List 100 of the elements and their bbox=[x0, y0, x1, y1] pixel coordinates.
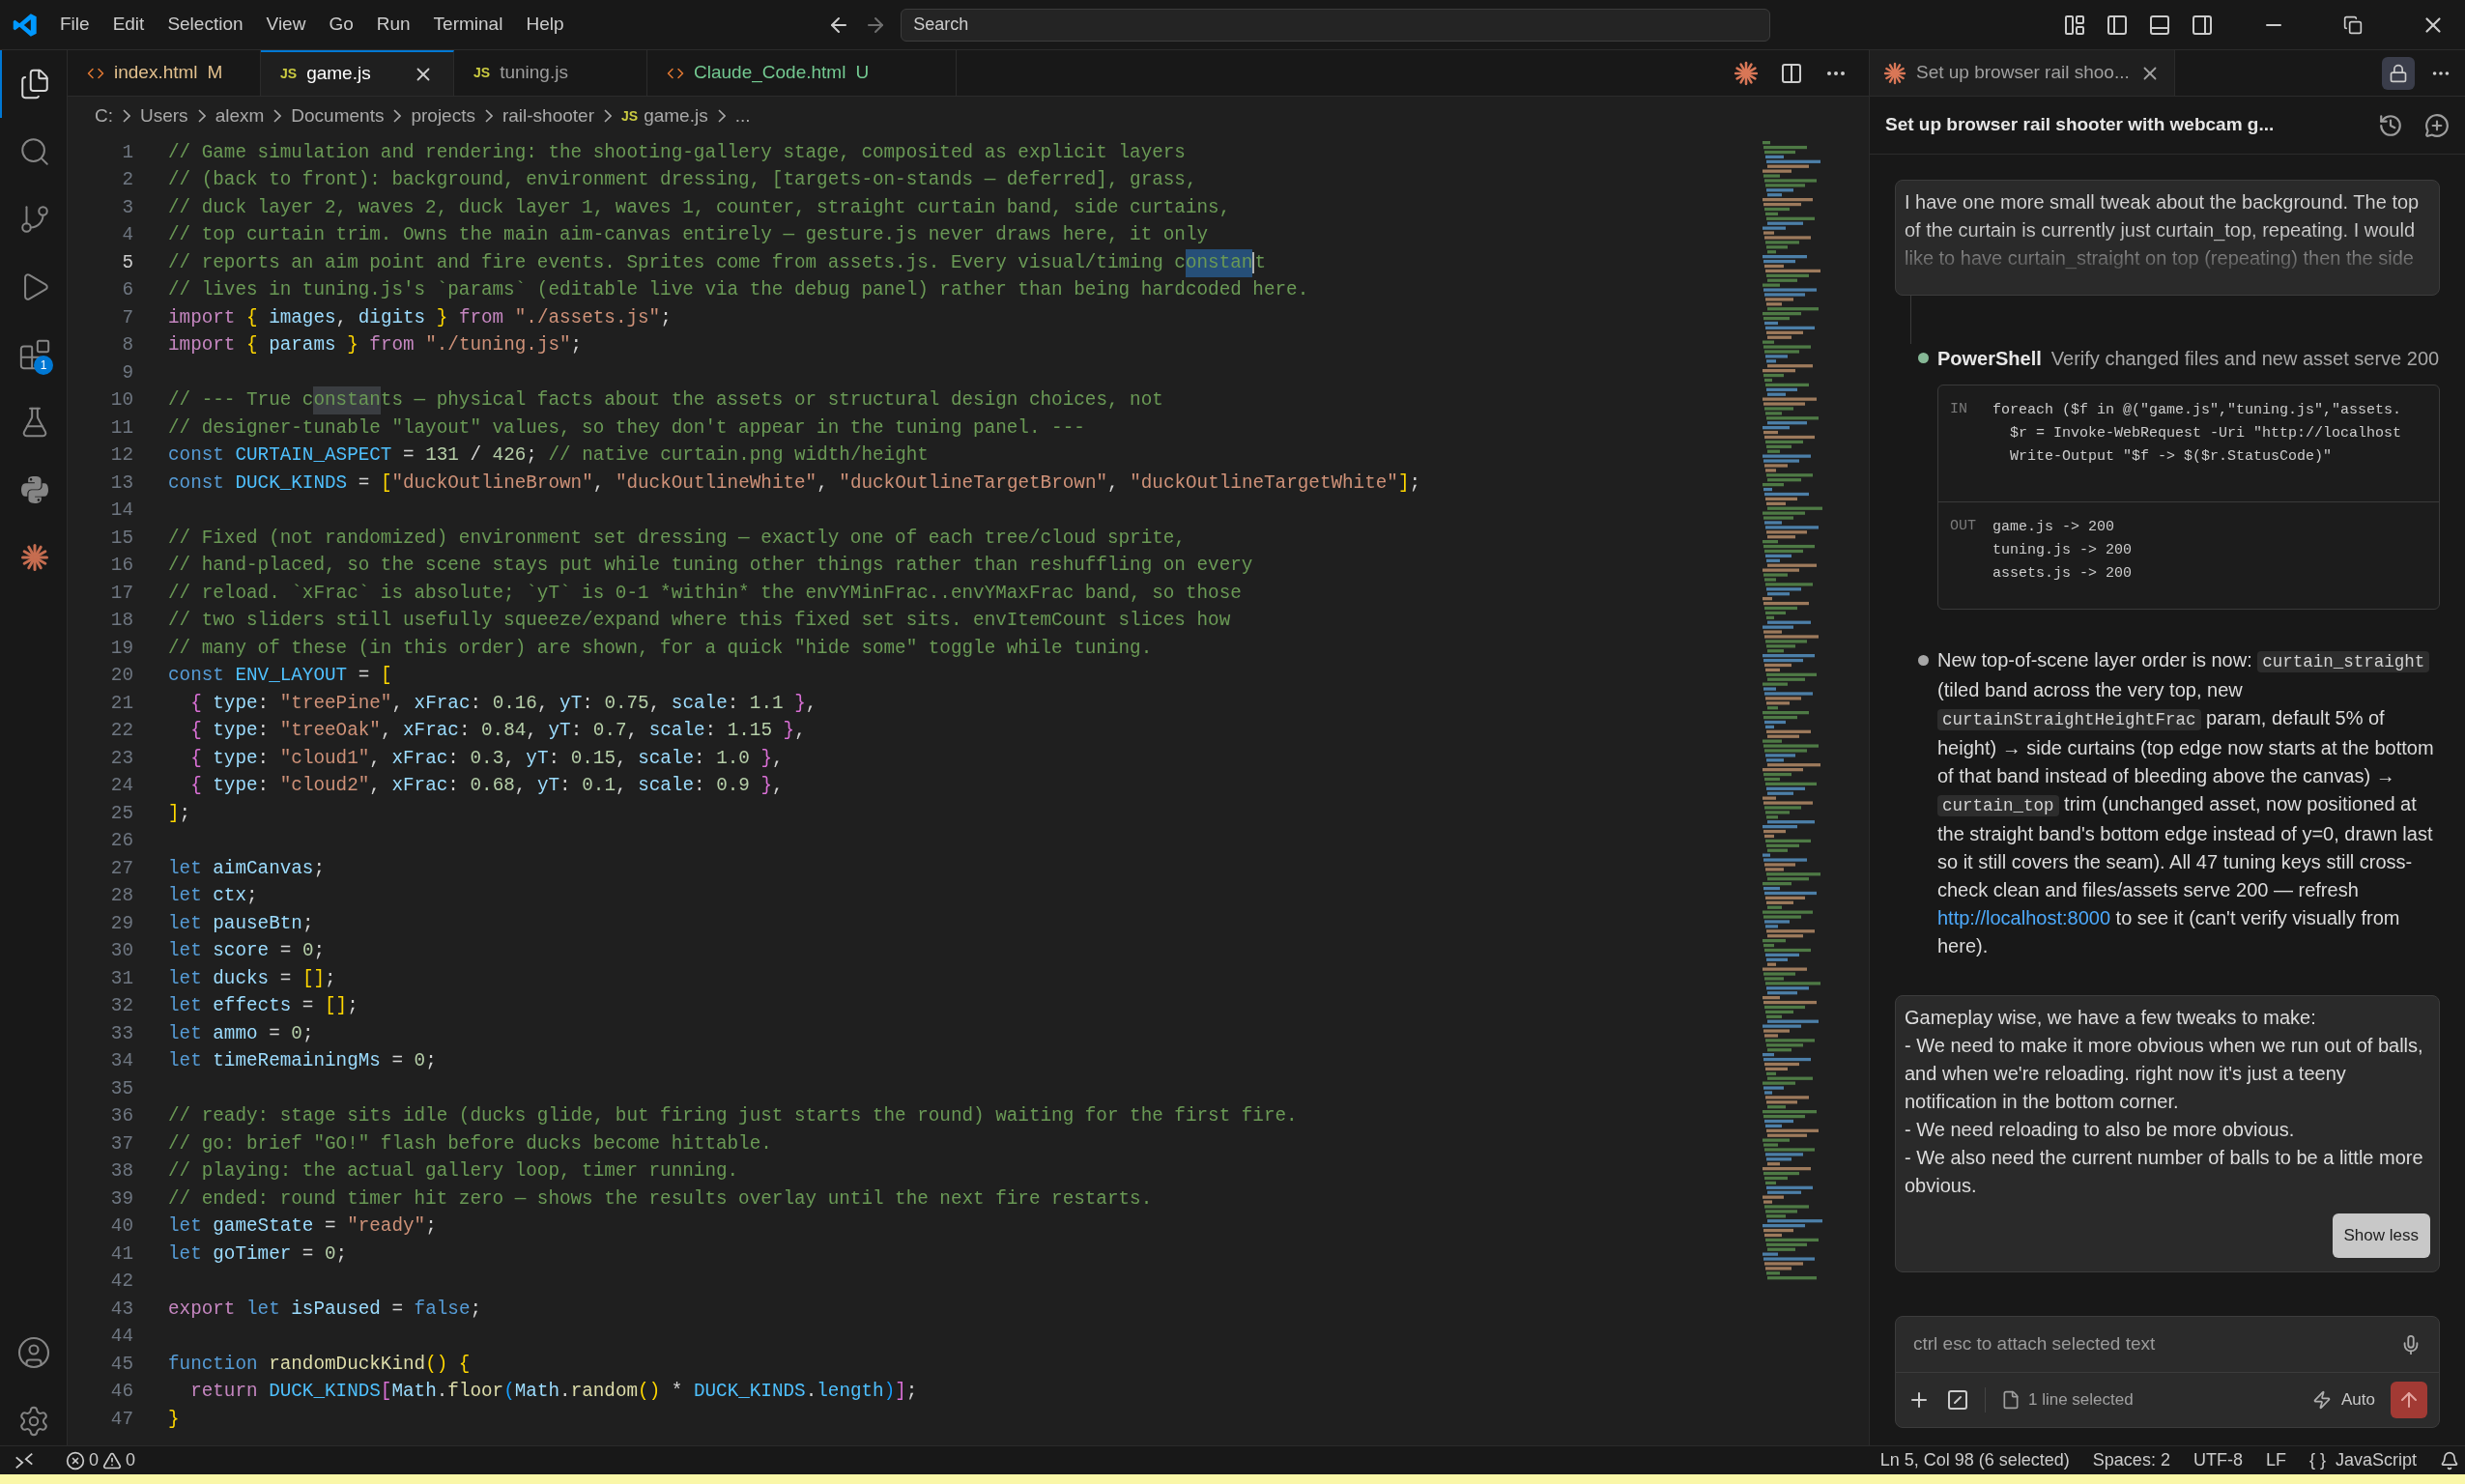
cursor-position[interactable]: Ln 5, Col 98 (6 selected) bbox=[1879, 1447, 2070, 1473]
indentation[interactable]: Spaces: 2 bbox=[2092, 1447, 2170, 1473]
chevron-icon bbox=[717, 109, 726, 123]
extensions-icon[interactable] bbox=[17, 338, 51, 371]
menu-item[interactable]: Selection bbox=[158, 11, 253, 39]
line-number: 28 bbox=[109, 884, 134, 909]
menu-item[interactable]: View bbox=[256, 11, 316, 39]
split-editor-icon[interactable] bbox=[1780, 61, 1803, 85]
code-line: // designer-tunable "layout" values, so they don't appear in the tuning panel. --- bbox=[168, 415, 1085, 441]
code-line: { type: "treeOak", xFrac: 0.84, yT: 0.7, scale: 1.15 }, bbox=[189, 719, 806, 744]
line-number: 23 bbox=[109, 746, 134, 771]
menu-item[interactable]: Terminal bbox=[423, 11, 513, 39]
code-line: } bbox=[168, 1407, 180, 1432]
code-line: export let isPaused = false; bbox=[168, 1297, 482, 1322]
line-number: 30 bbox=[109, 939, 134, 964]
message-text: - We also need the current number of balls to be a little more obvious. bbox=[1905, 1146, 2424, 1198]
slash-command-icon[interactable] bbox=[1946, 1388, 1969, 1412]
code-line: let timeRemainingMs = 0; bbox=[168, 1049, 437, 1074]
line-number: 43 bbox=[109, 1297, 134, 1322]
code-line: let gameState = "ready"; bbox=[168, 1214, 437, 1240]
code-line: import { params } from "./tuning.js"; bbox=[168, 333, 583, 358]
line-number: 46 bbox=[109, 1380, 134, 1405]
output-label: OUT bbox=[1950, 517, 1977, 536]
assistant-message: New top-of-scene layer order is now: curtain_straight (tiled band across the very top, new curtainStraightHeightFrac param, default 5% of height) → side curtains (top edge now starts at the bottom of that band instead of bleeding above the canvas) → curtain_top trim (unchanged asset, now positioned at the straight band's bottom edge instead of y=0, drawn last so it still covers the seam). All 47 tuning keys still cross-check clean and files/assets serve 200 — refresh http://localhost:8000 to see it (can't verify visually from here). bbox=[1937, 648, 2435, 958]
code-line: // duck layer 2, waves 2, duck layer 1, waves 1, counter, straight curtain band, side curtains, bbox=[168, 195, 1231, 220]
conversation-title: Set up browser rail shooter with webcam g... bbox=[1885, 113, 2275, 137]
history-icon[interactable] bbox=[2378, 112, 2403, 138]
lock-button[interactable] bbox=[2382, 56, 2415, 90]
editor-tab[interactable]: JS game.js bbox=[261, 50, 454, 96]
code-line: { type: "treePine", xFrac: 0.16, yT: 0.75, scale: 1.1 }, bbox=[189, 691, 817, 716]
code-line: const DUCK_KINDS = ["duckOutlineBrown", "duckOutlineWhite", "duckOutlineTargetBrown", "duckOutlineTargetWhite"]; bbox=[168, 471, 1421, 496]
sidebar-toggle-icon[interactable] bbox=[2106, 13, 2129, 37]
breadcrumb-item[interactable]: rail-shooter bbox=[502, 101, 594, 130]
breadcrumb-item[interactable]: projects bbox=[411, 101, 475, 130]
code-line: // reload. `xFrac` is absolute; `yT` is 0-1 *within* the envYMinFrac..envYMaxFrac band, so those bbox=[168, 581, 1242, 606]
line-number: 29 bbox=[109, 911, 134, 936]
line-number: 35 bbox=[109, 1076, 134, 1101]
menu-item[interactable]: Go bbox=[319, 11, 363, 39]
line-number: 17 bbox=[109, 581, 134, 606]
breadcrumb-item[interactable]: C: bbox=[95, 101, 113, 130]
layout-icon[interactable] bbox=[2063, 13, 2086, 37]
line-ending[interactable]: LF bbox=[2265, 1447, 2286, 1473]
code-line: let effects = []; bbox=[168, 994, 358, 1019]
mode-selector[interactable]: Auto bbox=[2341, 1387, 2375, 1413]
line-number: 14 bbox=[109, 499, 134, 524]
chat-input[interactable]: ctrl esc to attach selected text 1 line selected Auto bbox=[1895, 1316, 2440, 1428]
code-line: { type: "cloud2", xFrac: 0.68, yT: 0.1, scale: 0.9 }, bbox=[189, 774, 784, 799]
line-number: 34 bbox=[109, 1049, 134, 1074]
line-number: 18 bbox=[109, 609, 134, 634]
chevron-icon bbox=[484, 109, 493, 123]
code-line: // two sliders still usefully squeeze/expand where this fixed set sits. envItemCount slices how bbox=[168, 609, 1231, 634]
breadcrumb-item[interactable]: Documents bbox=[291, 101, 385, 130]
menu-item[interactable]: File bbox=[50, 11, 100, 39]
menu-item[interactable]: Run bbox=[366, 11, 420, 39]
error-icon[interactable] bbox=[66, 1450, 85, 1470]
restore-icon[interactable] bbox=[2343, 14, 2363, 35]
line-number: 19 bbox=[109, 636, 134, 661]
menu-item[interactable]: Help bbox=[516, 11, 574, 39]
tool-description: Verify changed files and new asset serve 200 bbox=[2050, 347, 2440, 371]
line-number: 8 bbox=[121, 333, 134, 358]
user-message: I have one more small tweak about the background. The top of the curtain is currently just curtain_top, repeating. I would like to have curtain_straight on top (repeating) then the side bbox=[1895, 180, 2440, 296]
command-line: $r = Invoke-WebRequest -Uri "http://localhost bbox=[2009, 424, 2402, 443]
message-text: - We need reloading to also be more obvious. bbox=[1905, 1118, 2296, 1142]
search-field[interactable]: Search bbox=[901, 8, 1771, 42]
new-chat-icon[interactable] bbox=[2424, 112, 2450, 138]
send-button[interactable] bbox=[2391, 1382, 2427, 1418]
lightning-icon[interactable] bbox=[2312, 1390, 2332, 1410]
line-number: 1 bbox=[121, 140, 134, 165]
python-icon[interactable] bbox=[18, 474, 50, 505]
warning-icon[interactable] bbox=[102, 1450, 122, 1470]
notification-bell-icon[interactable] bbox=[2440, 1450, 2459, 1470]
breadcrumb-item[interactable]: alexm bbox=[215, 101, 265, 130]
code-line: // Fixed (not randomized) environment set dressing — exactly one of each tree/cloud sprite, bbox=[168, 526, 1186, 551]
breadcrumb-item[interactable]: ... bbox=[734, 101, 751, 130]
secondary-sidebar-icon[interactable] bbox=[2191, 13, 2214, 37]
line-number: 3 bbox=[121, 195, 134, 220]
link[interactable]: http://localhost:8000 bbox=[1937, 907, 2110, 928]
menu-item[interactable]: Edit bbox=[102, 11, 155, 39]
js-file-icon: JS bbox=[621, 105, 639, 127]
line-number: 11 bbox=[109, 415, 134, 441]
warning-count[interactable]: 0 bbox=[126, 1447, 136, 1473]
show-less-button[interactable]: Show less bbox=[2332, 1213, 2430, 1258]
starburst-icon bbox=[1734, 60, 1759, 86]
selection-context: 1 line selected bbox=[2028, 1389, 2134, 1412]
breadcrumb-item[interactable]: Users bbox=[140, 101, 188, 130]
error-count[interactable]: 0 bbox=[89, 1447, 99, 1473]
line-number: 4 bbox=[121, 223, 134, 248]
panel-toggle-icon[interactable] bbox=[2148, 13, 2171, 37]
language-mode[interactable]: JavaScript bbox=[2335, 1447, 2417, 1473]
code-line: return DUCK_KINDS[Math.floor(Math.random() * DUCK_KINDS.length)]; bbox=[189, 1380, 918, 1405]
breadcrumb-item[interactable]: game.js bbox=[644, 101, 708, 130]
code-line: function randomDuckKind() { bbox=[168, 1352, 471, 1377]
line-number: 16 bbox=[109, 554, 134, 579]
account-icon[interactable] bbox=[15, 1335, 51, 1370]
input-label: IN bbox=[1950, 400, 1968, 419]
chat-tab[interactable]: Set up browser rail shoo... bbox=[1870, 50, 2175, 96]
code-line: // go: brief "GO!" flash before ducks become hittable. bbox=[168, 1131, 772, 1156]
code-line: import { images, digits } from "./assets.js"; bbox=[168, 305, 672, 330]
code-line: const CURTAIN_ASPECT = 131 / 426; // native curtain.png width/height bbox=[168, 443, 929, 469]
encoding[interactable]: UTF-8 bbox=[2193, 1447, 2243, 1473]
